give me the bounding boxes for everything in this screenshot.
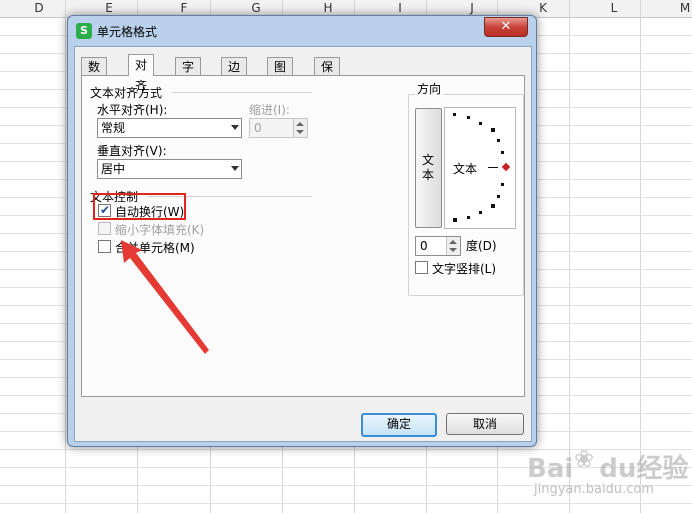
watermark-suffix: 经验 bbox=[636, 454, 689, 484]
watermark-brand-2: du bbox=[599, 454, 637, 484]
paw-logo-icon: ❀ bbox=[574, 445, 595, 473]
watermark-url: jingyan.baidu.com bbox=[534, 482, 654, 497]
baidu-watermark: Bai du经验 bbox=[527, 448, 688, 485]
watermark-brand: Bai bbox=[527, 454, 574, 484]
tab-alignment[interactable]: 对齐 bbox=[128, 54, 155, 93]
annotation-arrow bbox=[121, 240, 209, 354]
